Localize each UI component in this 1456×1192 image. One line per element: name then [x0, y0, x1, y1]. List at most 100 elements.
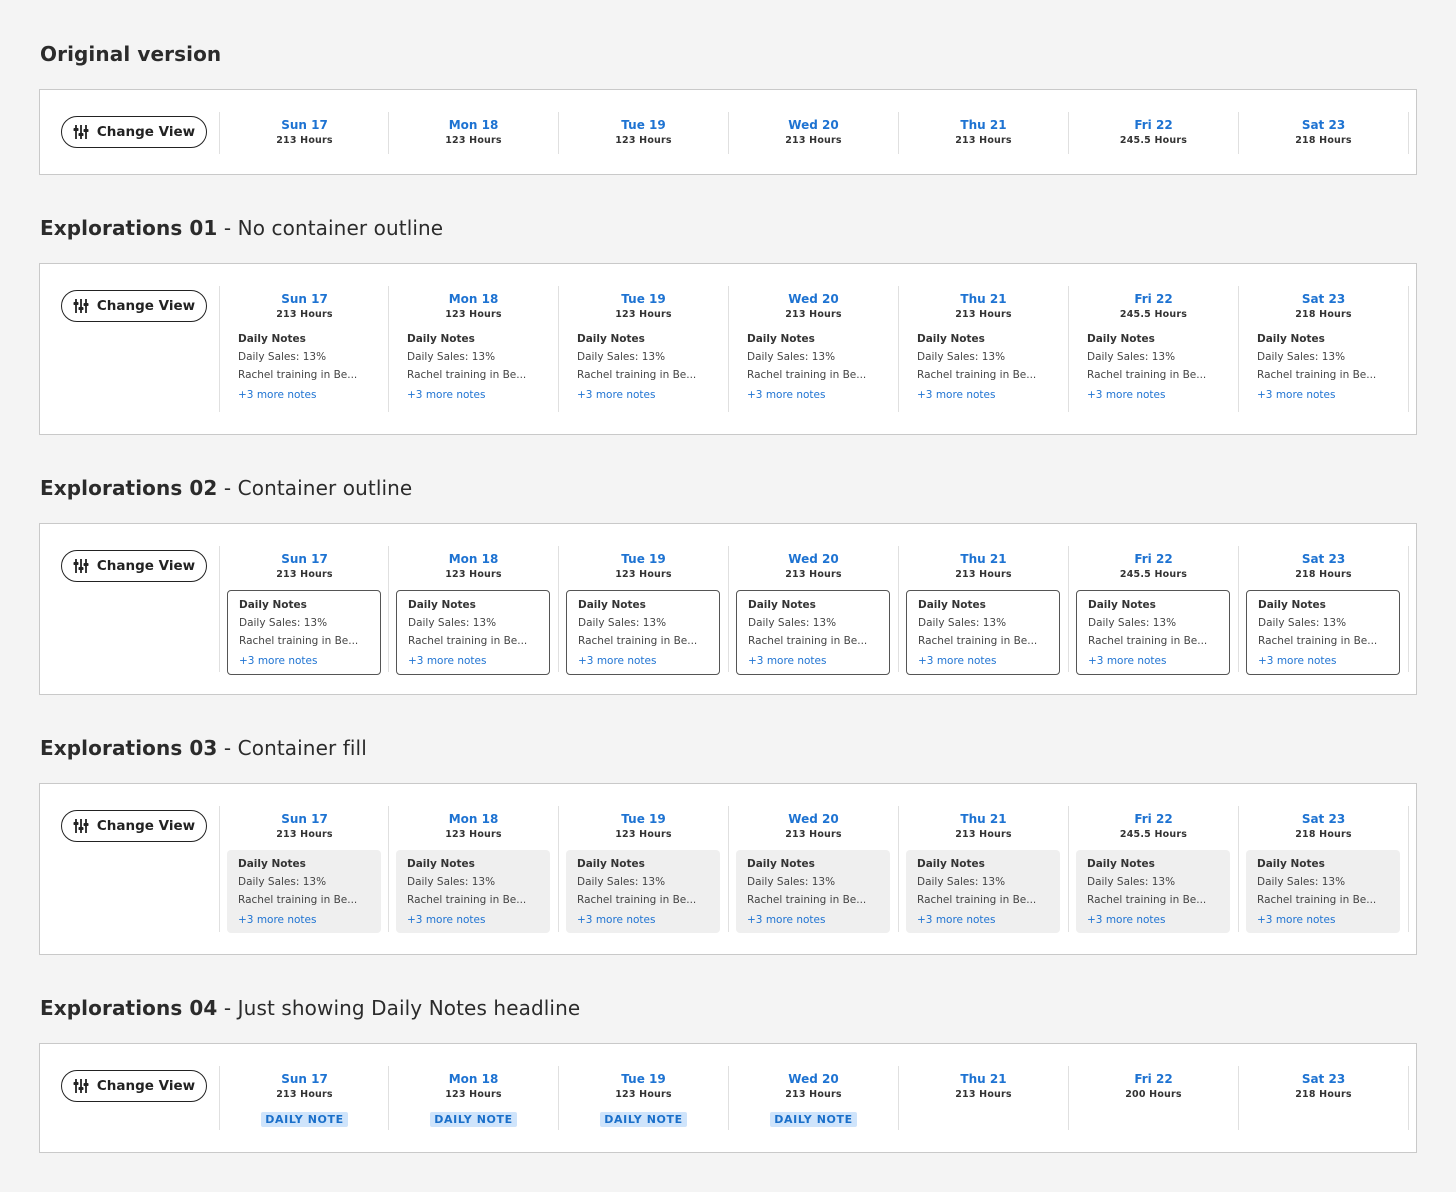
day-header[interactable]: Thu 21 213 Hours — [899, 1066, 1068, 1102]
day-header[interactable]: Thu 21 213 Hours — [899, 806, 1068, 842]
day-hours: 213 Hours — [955, 135, 1012, 146]
daily-note-badge[interactable]: DAILY NOTE — [770, 1112, 857, 1127]
day-name: Fri 22 — [1134, 552, 1173, 566]
more-notes-link[interactable]: +3 more notes — [408, 654, 539, 668]
day-header[interactable]: Sat 23 218 Hours — [1239, 286, 1408, 322]
daily-note-badge[interactable]: DAILY NOTE — [430, 1112, 517, 1127]
day-header[interactable]: Wed 20 213 Hours — [729, 546, 898, 582]
day-header[interactable]: Wed 20 213 Hours — [729, 1066, 898, 1102]
day-header[interactable]: Mon 18 123 Hours — [389, 1066, 558, 1102]
more-notes-link[interactable]: +3 more notes — [747, 388, 898, 402]
day-header[interactable]: Thu 21 213 Hours — [899, 112, 1068, 148]
daily-notes-card[interactable]: Daily Notes Daily Sales: 13% Rachel traini… — [396, 850, 550, 933]
day-column: Sat 23 218 Hours Daily Notes Daily Sales: 1… — [1238, 546, 1408, 675]
day-header[interactable]: Sun 17 213 Hours — [220, 1066, 389, 1102]
daily-notes-card[interactable]: Daily Notes Daily Sales: 13% Rachel traini… — [906, 590, 1060, 675]
more-notes-link[interactable]: +3 more notes — [747, 913, 880, 927]
daily-sales-note: Daily Sales: 13% — [918, 617, 1007, 629]
more-notes-link[interactable]: +3 more notes — [577, 388, 728, 402]
day-header[interactable]: Fri 22 200 Hours — [1069, 1066, 1238, 1102]
day-header[interactable]: Fri 22 245.5 Hours — [1069, 806, 1238, 842]
more-notes-link[interactable]: +3 more notes — [1257, 913, 1390, 927]
day-header[interactable]: Fri 22 245.5 Hours — [1069, 546, 1238, 582]
day-column: Tue 19 123 Hours DAILY NOTE — [558, 1066, 728, 1130]
day-column: Sat 23 218 Hours — [1238, 112, 1408, 154]
day-header[interactable]: Mon 18 123 Hours — [389, 806, 558, 842]
day-header[interactable]: Sun 17 213 Hours — [220, 286, 389, 322]
day-header[interactable]: Thu 21 213 Hours — [899, 286, 1068, 322]
daily-notes-card[interactable]: Daily Notes Daily Sales: 13% Rachel traini… — [906, 850, 1060, 933]
day-header[interactable]: Tue 19 123 Hours — [559, 1066, 728, 1102]
day-header[interactable]: Tue 19 123 Hours — [559, 806, 728, 842]
day-header[interactable]: Tue 19 123 Hours — [559, 546, 728, 582]
daily-sales-note: Daily Sales: 13% — [1258, 617, 1347, 629]
more-notes-link[interactable]: +3 more notes — [1257, 388, 1408, 402]
daily-note-badge[interactable]: DAILY NOTE — [261, 1112, 348, 1127]
more-notes-link[interactable]: +3 more notes — [1087, 913, 1220, 927]
day-column: Thu 21 213 Hours Daily Notes Daily Sales: 1… — [898, 806, 1068, 933]
daily-notes-card[interactable]: Daily Notes Daily Sales: 13% Rachel traini… — [1076, 590, 1230, 675]
daily-notes-title: Daily Notes — [1087, 333, 1155, 345]
change-view-button[interactable]: Change View — [61, 290, 207, 322]
daily-notes-card[interactable]: Daily Notes Daily Sales: 13% Rachel traini… — [227, 850, 381, 933]
day-name: Wed 20 — [788, 812, 839, 826]
daily-notes-title: Daily Notes — [1258, 599, 1326, 611]
more-notes-link[interactable]: +3 more notes — [1258, 654, 1389, 668]
day-header[interactable]: Wed 20 213 Hours — [729, 286, 898, 322]
day-header[interactable]: Sat 23 218 Hours — [1239, 546, 1408, 582]
day-header[interactable]: Sun 17 213 Hours — [220, 112, 389, 148]
daily-notes-card[interactable]: Daily Notes Daily Sales: 13% Rachel traini… — [736, 850, 890, 933]
daily-notes-card[interactable]: Daily Notes Daily Sales: 13% Rachel traini… — [1246, 590, 1400, 675]
more-notes-link[interactable]: +3 more notes — [918, 654, 1049, 668]
day-header[interactable]: Tue 19 123 Hours — [559, 286, 728, 322]
more-notes-link[interactable]: +3 more notes — [407, 388, 558, 402]
daily-notes-card[interactable]: Daily Notes Daily Sales: 13% Rachel traini… — [566, 590, 720, 675]
daily-notes-card[interactable]: Daily Notes Daily Sales: 13% Rachel traini… — [1076, 850, 1230, 933]
day-header[interactable]: Sat 23 218 Hours — [1239, 806, 1408, 842]
more-notes-link[interactable]: +3 more notes — [238, 388, 389, 402]
day-header[interactable]: Tue 19 123 Hours — [559, 112, 728, 148]
day-header[interactable]: Sun 17 213 Hours — [220, 806, 389, 842]
daily-note-badge[interactable]: DAILY NOTE — [600, 1112, 687, 1127]
day-header[interactable]: Mon 18 123 Hours — [389, 286, 558, 322]
day-hours: 213 Hours — [276, 309, 333, 320]
day-header[interactable]: Sun 17 213 Hours — [220, 546, 389, 582]
training-note: Rachel training in Be... — [1258, 635, 1378, 647]
daily-notes-card[interactable]: Daily Notes Daily Sales: 13% Rachel traini… — [566, 850, 720, 933]
more-notes-link[interactable]: +3 more notes — [238, 913, 371, 927]
day-header[interactable]: Thu 21 213 Hours — [899, 546, 1068, 582]
more-notes-link[interactable]: +3 more notes — [917, 388, 1068, 402]
section-title: Explorations 04 - Just showing Daily Not… — [40, 996, 580, 1020]
day-header[interactable]: Fri 22 245.5 Hours — [1069, 286, 1238, 322]
daily-notes-card[interactable]: Daily Notes Daily Sales: 13% Rachel traini… — [736, 590, 890, 675]
day-header[interactable]: Wed 20 213 Hours — [729, 806, 898, 842]
day-header[interactable]: Sat 23 218 Hours — [1239, 112, 1408, 148]
daily-sales-note: Daily Sales: 13% — [1087, 351, 1176, 363]
section-title: Explorations 03 - Container fill — [40, 736, 367, 760]
more-notes-link[interactable]: +3 more notes — [577, 913, 710, 927]
change-view-button[interactable]: Change View — [61, 116, 207, 148]
more-notes-link[interactable]: +3 more notes — [1088, 654, 1219, 668]
day-header[interactable]: Mon 18 123 Hours — [389, 112, 558, 148]
daily-notes-card[interactable]: Daily Notes Daily Sales: 13% Rachel traini… — [227, 590, 381, 675]
day-name: Mon 18 — [448, 1072, 499, 1086]
change-view-button[interactable]: Change View — [61, 810, 207, 842]
day-header[interactable]: Wed 20 213 Hours — [729, 112, 898, 148]
more-notes-link[interactable]: +3 more notes — [407, 913, 540, 927]
day-header[interactable]: Mon 18 123 Hours — [389, 546, 558, 582]
daily-notes-card[interactable]: Daily Notes Daily Sales: 13% Rachel traini… — [1246, 850, 1400, 933]
more-notes-link[interactable]: +3 more notes — [239, 654, 370, 668]
day-name: Sun 17 — [281, 812, 328, 826]
more-notes-link[interactable]: +3 more notes — [748, 654, 879, 668]
change-view-button[interactable]: Change View — [61, 550, 207, 582]
more-notes-link[interactable]: +3 more notes — [1087, 388, 1238, 402]
change-view-button[interactable]: Change View — [61, 1070, 207, 1102]
day-column: Tue 19 123 Hours — [558, 112, 728, 154]
day-hours: 123 Hours — [445, 569, 502, 580]
more-notes-link[interactable]: +3 more notes — [917, 913, 1050, 927]
daily-sales-note: Daily Sales: 13% — [577, 351, 666, 363]
day-header[interactable]: Sat 23 218 Hours — [1239, 1066, 1408, 1102]
more-notes-link[interactable]: +3 more notes — [578, 654, 709, 668]
daily-notes-card[interactable]: Daily Notes Daily Sales: 13% Rachel traini… — [396, 590, 550, 675]
day-header[interactable]: Fri 22 245.5 Hours — [1069, 112, 1238, 148]
